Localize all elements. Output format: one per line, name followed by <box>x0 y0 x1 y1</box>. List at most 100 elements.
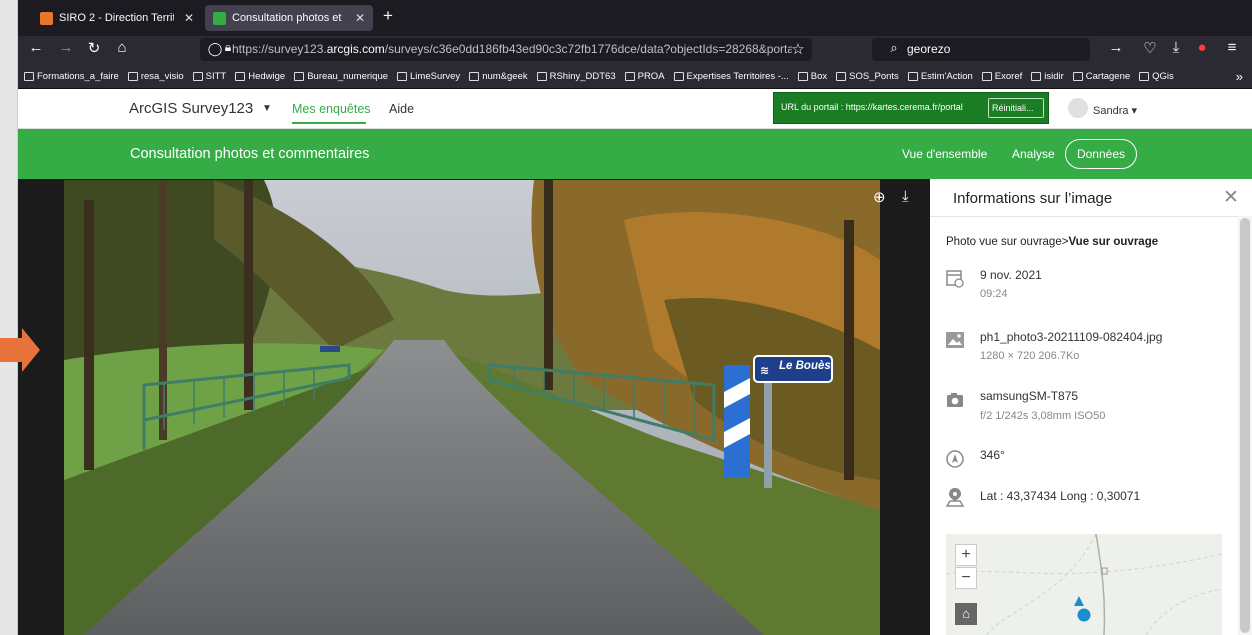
bookmark-item[interactable]: SOS_Ponts <box>836 71 899 82</box>
panel-scrollbar-thumb[interactable] <box>1240 218 1250 633</box>
bookmark-label: Exoref <box>994 70 1023 82</box>
bookmark-item[interactable]: Estim'Action <box>907 71 973 82</box>
tab-title: Consultation photos et comme <box>232 12 345 24</box>
app-brand[interactable]: ArcGIS Survey123 <box>129 100 253 117</box>
extension-icon[interactable]: ● <box>1192 39 1212 56</box>
bookmark-label: resa_visio <box>140 70 184 82</box>
user-menu[interactable]: Sandra ▾ <box>1093 104 1137 117</box>
bookmark-item[interactable]: QGis <box>1139 71 1174 82</box>
bookmark-label: Box <box>810 70 828 82</box>
go-arrow-icon[interactable]: → <box>1106 39 1126 56</box>
bookmark-label: Formations_a_faire <box>37 70 119 82</box>
folder-icon <box>1072 71 1083 81</box>
bookmark-label: RShiny_DDT63 <box>549 70 616 82</box>
menu-icon[interactable]: ≡ <box>1222 39 1242 56</box>
bookmark-item[interactable]: Exoref <box>981 70 1023 82</box>
zoom-icon[interactable]: ⊕ <box>873 188 886 206</box>
bookmark-item[interactable]: Expertises Territoires -... <box>673 70 789 82</box>
map-zoom-in-button[interactable]: + <box>955 544 977 566</box>
svg-text:≋: ≋ <box>760 364 769 377</box>
folder-icon <box>1031 71 1042 81</box>
folder-icon <box>397 71 408 81</box>
bookmark-star-icon[interactable]: ☆ <box>788 40 808 58</box>
folder-icon <box>981 71 992 81</box>
map-zoom-out-button[interactable]: − <box>955 567 977 589</box>
reset-button[interactable]: Réinitiali... <box>988 98 1044 118</box>
file-name: ph1_photo3-20211109-082404.jpg <box>980 330 1163 344</box>
nav-aide[interactable]: Aide <box>389 102 414 116</box>
survey123-favicon-icon <box>213 11 226 25</box>
forward-icon[interactable]: → <box>56 39 76 56</box>
panel-divider <box>930 216 1252 217</box>
search-value[interactable]: georezo <box>907 42 950 56</box>
folder-icon <box>673 71 684 81</box>
bookmark-label: QGis <box>1152 70 1174 82</box>
bookmark-label: SITT <box>205 70 227 82</box>
bookmark-item[interactable]: LimeSurvey <box>397 71 460 82</box>
bookmark-item[interactable]: Cartagene <box>1072 71 1130 82</box>
search-icon: ⌕ <box>890 40 898 55</box>
close-icon[interactable]: ✕ <box>1223 186 1239 209</box>
bookmark-item[interactable]: Box <box>797 70 828 82</box>
folder-icon <box>536 71 547 81</box>
bookmarks-bar: Formations_a_faire resa_visio SITT Hedwige B… <box>18 64 1252 89</box>
download-icon[interactable]: ⤓ <box>1166 39 1186 56</box>
panel-title: Informations sur l’image <box>953 190 1113 207</box>
survey-title: Consultation photos et commentaires <box>130 146 370 162</box>
calendar-clock-icon <box>946 270 964 288</box>
bookmark-item[interactable]: isidir <box>1031 71 1064 82</box>
bookmark-item[interactable]: resa_visio <box>127 70 184 82</box>
folder-icon <box>235 71 246 81</box>
bookmark-item[interactable]: Formations_a_faire <box>24 71 119 82</box>
nav-mes-enquetes[interactable]: Mes enquêtes <box>292 102 371 116</box>
photo-date: 9 nov. 2021 <box>980 268 1042 282</box>
home-icon[interactable]: ⌂ <box>112 39 132 56</box>
folder-icon <box>1139 71 1150 81</box>
search-input[interactable] <box>872 38 1090 61</box>
avatar[interactable] <box>1068 98 1088 118</box>
tab-analysis[interactable]: Analyse <box>1012 147 1055 161</box>
reload-icon[interactable]: ↻ <box>84 39 104 57</box>
close-icon[interactable]: ✕ <box>174 11 194 25</box>
portal-url-label: URL du portail : https://kartes.cerema.f… <box>781 102 963 112</box>
bookmark-label: num&geek <box>482 70 528 82</box>
location-minimap[interactable] <box>946 534 1222 635</box>
pointer-arrow-icon <box>0 328 40 372</box>
close-icon[interactable]: ✕ <box>345 11 365 25</box>
pocket-icon[interactable]: ♡ <box>1140 39 1160 57</box>
bookmark-label: Expertises Territoires -... <box>686 70 789 82</box>
folder-icon <box>469 71 480 81</box>
new-tab-icon[interactable]: + <box>383 6 393 26</box>
folder-icon <box>192 71 203 81</box>
folder-icon <box>624 71 635 81</box>
bookmark-item[interactable]: RShiny_DDT63 <box>536 70 616 82</box>
tab-data[interactable]: Données <box>1065 139 1137 169</box>
image-file-icon <box>946 332 964 348</box>
bookmark-label: SOS_Ponts <box>849 70 899 82</box>
bookmark-item[interactable]: SITT <box>192 70 227 82</box>
coordinates: Lat : 43,37434 Long : 0,30071 <box>980 489 1141 503</box>
bookmark-item[interactable]: Bureau_numerique <box>294 71 388 82</box>
bookmark-label: Bureau_numerique <box>307 70 389 82</box>
tab-siro[interactable]: SIRO 2 - Direction Territoriale ✕ <box>32 5 202 31</box>
bookmark-item[interactable]: Hedwige <box>235 71 285 82</box>
url-text[interactable]: https://survey123.arcgis.com/surveys/c36… <box>232 42 792 56</box>
photo-image: ≋ <box>64 180 880 635</box>
folder-icon <box>836 71 847 81</box>
download-image-icon[interactable]: ⤓ <box>902 188 909 205</box>
location-pin-icon <box>945 488 965 507</box>
map-home-icon[interactable]: ⌂ <box>955 603 977 625</box>
river-sign-text: Le Bouès <box>779 360 831 372</box>
bookmark-item[interactable]: PROA <box>624 71 665 82</box>
tab-consultation[interactable]: Consultation photos et comme ✕ <box>205 5 373 31</box>
tab-overview[interactable]: Vue d'ensemble <box>902 147 987 161</box>
folder-icon <box>127 71 138 81</box>
left-panel-strip <box>0 0 18 635</box>
back-icon[interactable]: ← <box>26 39 46 56</box>
bookmark-item[interactable]: num&geek <box>469 70 528 82</box>
chevron-down-icon[interactable]: ▼ <box>262 103 272 114</box>
bookmarks-overflow-icon[interactable]: » <box>1236 69 1243 84</box>
photo-time: 09:24 <box>980 288 1008 300</box>
tab-title: SIRO 2 - Direction Territoriale <box>59 12 174 24</box>
bookmark-label: isidir <box>1044 70 1064 82</box>
